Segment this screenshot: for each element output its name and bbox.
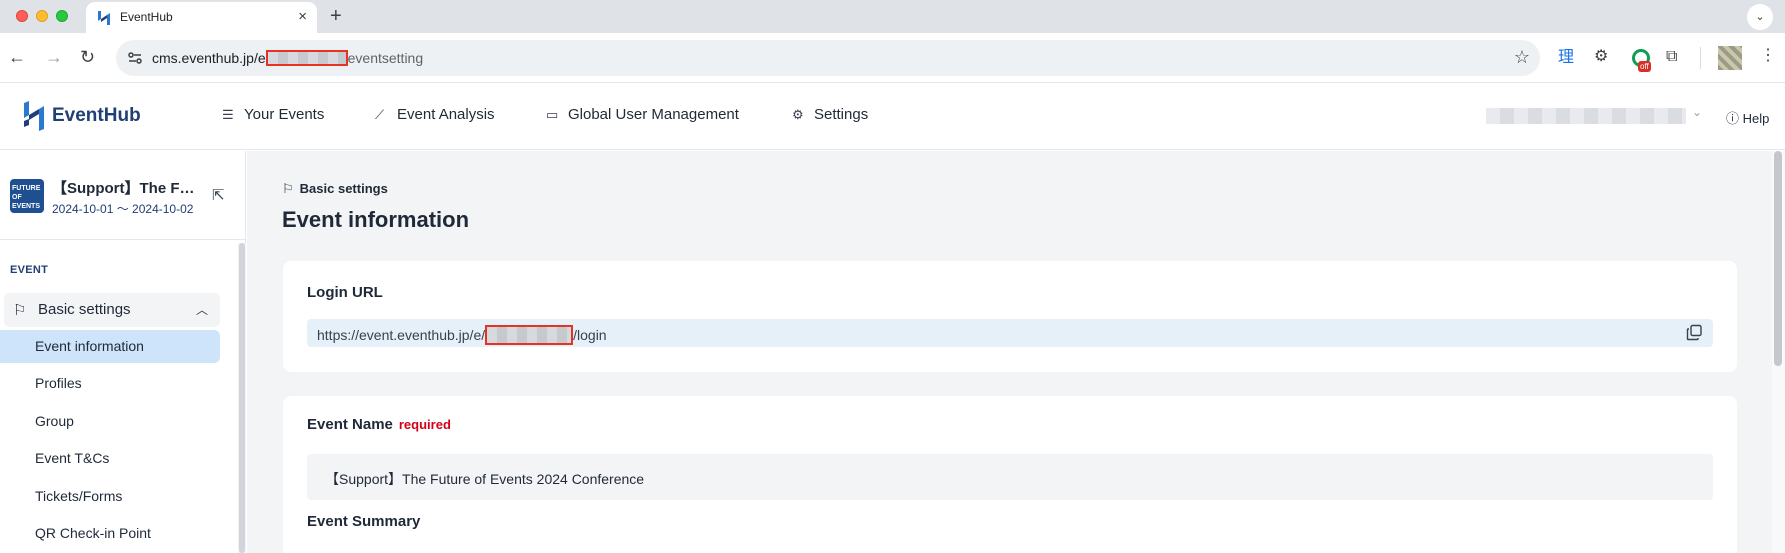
tab-close-icon[interactable]: × [298,8,307,26]
site-settings-icon[interactable] [126,49,144,67]
event-name-label-text: Event Name [307,416,393,433]
sidebar-item-profiles[interactable]: Profiles [0,367,220,400]
external-link-icon[interactable]: ⇱ [212,186,225,204]
flag-icon: ⚐ [282,181,294,196]
event-name-value: 【Support】The Future of Events 2024 Confe… [325,471,645,487]
tab-search-button[interactable]: ⌄ [1747,4,1773,30]
event-details-card: Event Name required 【Support】The Future o… [283,396,1737,553]
new-tab-button[interactable]: + [330,6,342,26]
window-close-button[interactable] [16,10,28,22]
breadcrumb: ⚐ Basic settings [282,181,388,197]
extension-off-badge: off [1638,61,1651,72]
browser-tab[interactable]: EventHub × [86,2,317,33]
main-scrollbar-thumb[interactable] [1774,151,1782,366]
eventhub-favicon-icon [98,11,110,25]
event-name-input[interactable]: 【Support】The Future of Events 2024 Confe… [307,454,1713,500]
url-suffix: eventsetting [347,50,424,66]
browser-tab-bar: EventHub × + ⌄ [0,0,1785,33]
chevron-up-icon: ︿ [195,303,208,317]
nav-global-user-management-label: Global User Management [568,106,739,123]
nav-your-events[interactable]: ☰ Your Events [222,106,324,123]
required-badge: required [398,417,451,432]
back-arrow-icon[interactable]: ← [8,47,26,67]
sidebar-item-event-tcs[interactable]: Event T&Cs [0,442,220,475]
list-icon: ☰ [222,107,234,122]
gear-icon: ⚙ [792,107,804,122]
nav-event-analysis-label: Event Analysis [397,106,495,123]
app-header: EventHub ☰ Your Events ⟋ Event Analysis ▭ G… [0,83,1785,150]
sidebar-section-label: EVENT [10,264,49,276]
sidebar-group-basic-settings[interactable]: ⚐ Basic settings ︿ [4,293,220,327]
help-link[interactable]: ⓘ Help [1726,108,1769,127]
nav-settings[interactable]: ⚙ Settings [792,106,868,123]
nav-settings-label: Settings [814,106,869,123]
event-summary-label: Event Summary [307,513,421,530]
help-circle-icon: ⓘ [1726,111,1740,126]
url-text: cms.eventhub.jp/e eventsetting [152,50,423,66]
browser-menu-icon[interactable]: ⋮ [1760,45,1776,65]
sidebar-item-qr-check-in-point[interactable]: QR Check-in Point [0,517,220,550]
brand-name: EventHub [52,105,141,126]
eventhub-logo-icon [24,101,44,131]
redacted-account-name[interactable] [1486,108,1686,124]
login-url-card: Login URL https://event.eventhub.jp/e/ /l… [283,261,1737,372]
breadcrumb-label: Basic settings [299,181,388,196]
help-label: Help [1742,111,1770,126]
login-url-suffix: /login [573,327,607,343]
sidebar: FUTURE OF EVENTS 【Support】The F… 2024-10… [0,151,246,553]
window-maximize-button[interactable] [56,10,68,22]
copy-icon[interactable] [1686,324,1703,341]
flag-icon: ⚐ [13,302,27,319]
event-name-label: Event Name required [307,416,451,433]
window-minimize-button[interactable] [36,10,48,22]
login-url-field[interactable]: https://event.eventhub.jp/e/ /login [307,319,1713,347]
profile-avatar[interactable] [1718,46,1742,70]
bookmark-star-icon[interactable]: ☆ [1514,47,1530,68]
login-url-prefix: https://event.eventhub.jp/e/ [317,327,486,343]
reload-icon[interactable]: ↻ [80,47,95,67]
sidebar-item-group[interactable]: Group [0,405,220,438]
event-thumbnail: FUTURE OF EVENTS [10,179,44,213]
redacted-url-segment [265,50,348,66]
toolbar-divider [1700,47,1701,69]
sidebar-item-event-information[interactable]: Event information [0,330,220,363]
chevron-down-icon[interactable]: ⌄ [1692,105,1702,119]
page-title: Event information [282,207,470,232]
tab-title: EventHub [120,10,173,24]
sidebar-item-tickets-forms[interactable]: Tickets/Forms [0,480,220,513]
chart-icon: ⟋ [375,107,385,122]
translate-extension-icon[interactable]: 理 [1558,47,1574,67]
event-dates: 2024-10-01 ～ 2024-10-02 [52,202,194,216]
login-url-label: Login URL [307,284,383,301]
nav-event-analysis[interactable]: ⟋ Event Analysis [375,106,495,123]
extension-gear-icon[interactable]: ⚙ [1594,47,1608,67]
nav-global-user-management[interactable]: ▭ Global User Management [546,106,739,123]
login-url-value: https://event.eventhub.jp/e/ /login [317,325,607,345]
sidebar-divider [0,239,246,240]
id-card-icon: ▭ [546,107,559,122]
address-bar[interactable]: cms.eventhub.jp/e eventsetting ☆ [116,40,1540,76]
forward-arrow-icon[interactable]: → [45,47,63,67]
sidebar-group-label: Basic settings [38,301,131,318]
main-content: ⚐ Basic settings Event information Login … [247,151,1772,553]
extensions-puzzle-icon[interactable]: ⧉ [1666,47,1677,67]
sidebar-scrollbar-thumb[interactable] [239,243,245,553]
event-title: 【Support】The F… [52,180,195,197]
url-prefix: cms.eventhub.jp/e [152,50,266,66]
redacted-url-segment [485,325,574,345]
nav-your-events-label: Your Events [244,106,325,123]
browser-toolbar: ← → ↻ cms.eventhub.jp/e eventsetting ☆ 理 … [0,33,1785,83]
